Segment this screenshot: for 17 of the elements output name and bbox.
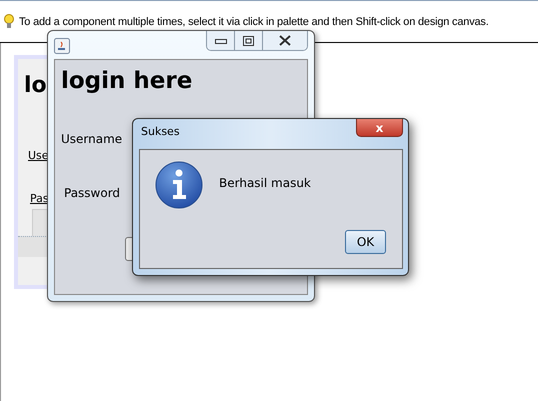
dialog-title: Sukses [141, 125, 180, 138]
form-title: lo [24, 73, 47, 98]
hint-text: To add a component multiple times, select it via click in palette and then Shift-click on design canvas. [19, 16, 489, 28]
username-label: Username [61, 132, 122, 146]
password-label: Password [64, 186, 120, 200]
minimize-icon [214, 38, 226, 44]
ok-button[interactable]: OK [345, 230, 386, 254]
close-icon [279, 35, 291, 46]
maximize-icon [243, 36, 254, 46]
dialog-message: Berhasil masuk [219, 176, 311, 190]
login-heading: login here [61, 68, 192, 94]
info-icon [155, 161, 203, 209]
close-button[interactable]: x [356, 119, 403, 137]
minimize-button[interactable] [207, 31, 235, 50]
lightbulb-icon [4, 14, 14, 29]
maximize-button[interactable] [235, 31, 263, 50]
close-button[interactable] [263, 31, 307, 50]
